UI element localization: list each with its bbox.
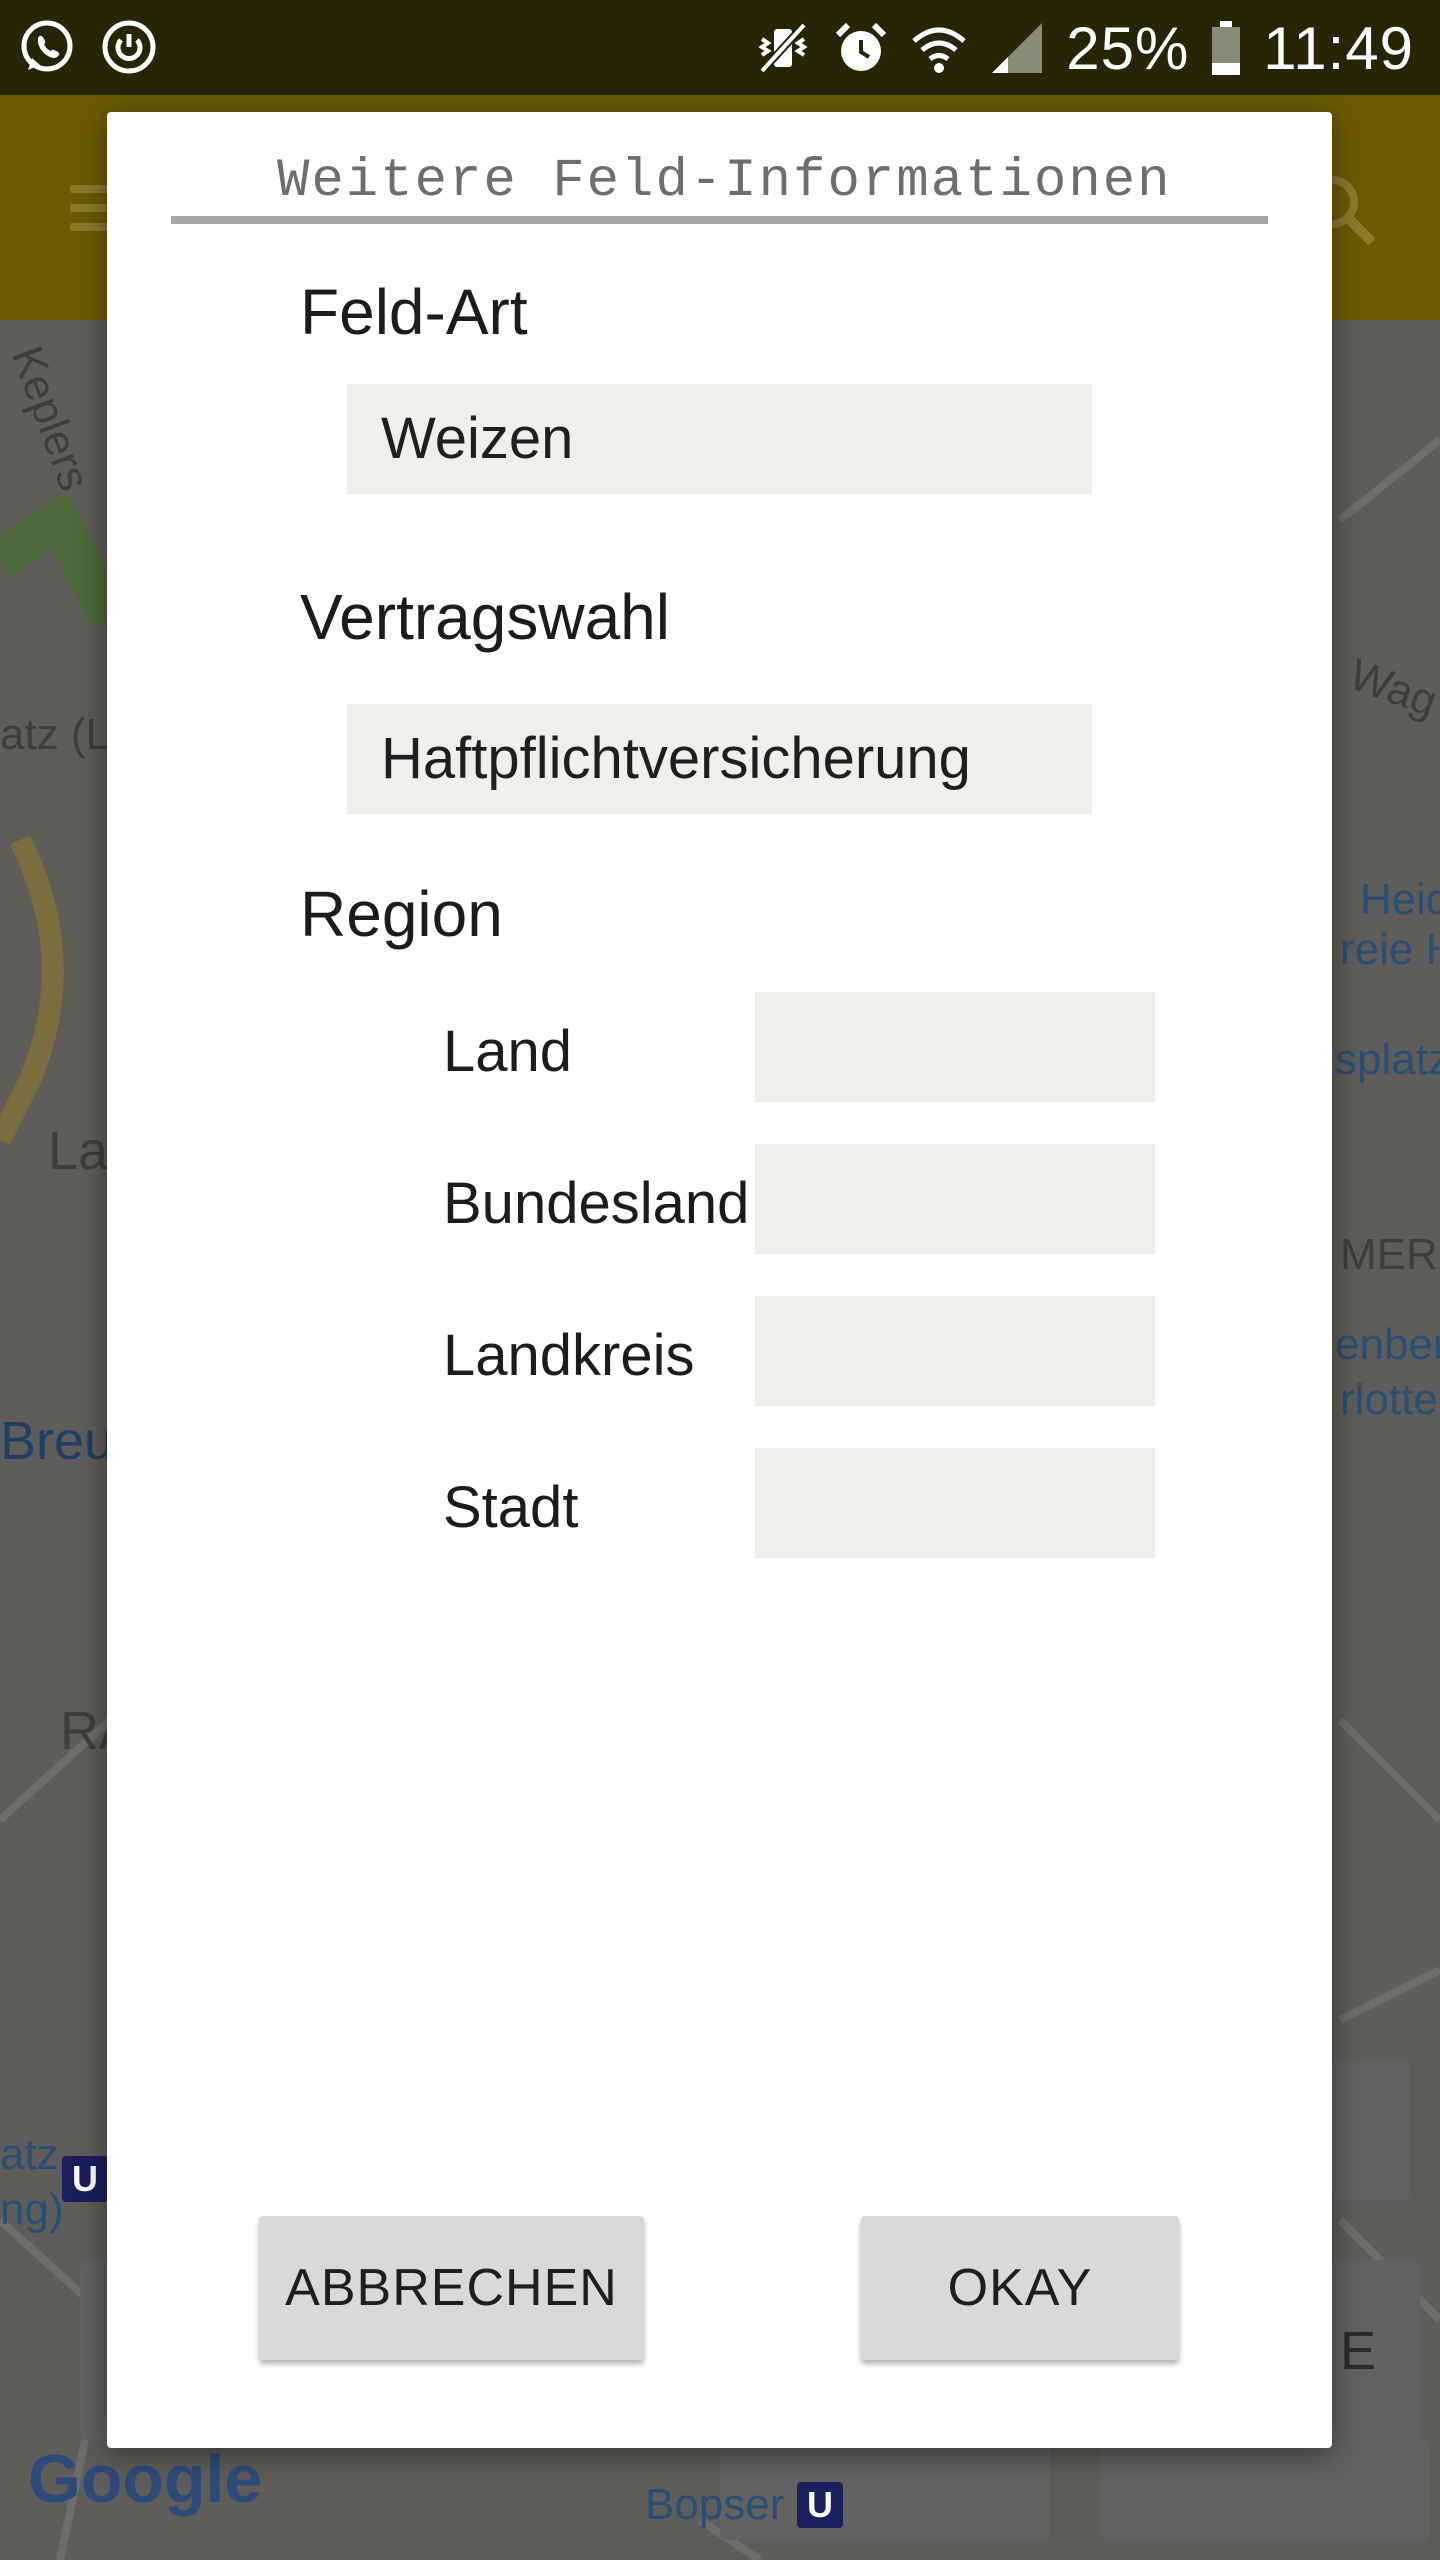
field-type-dropdown[interactable]: Weizen	[347, 384, 1092, 494]
clock: 11:49	[1263, 14, 1414, 82]
stadt-label: Stadt	[443, 1475, 579, 1540]
map-label: atz (L-	[0, 710, 125, 759]
map-label: reie H	[1340, 925, 1440, 974]
land-input[interactable]	[755, 992, 1155, 1102]
landkreis-label: Landkreis	[443, 1323, 695, 1388]
map-card	[1100, 2440, 1430, 2540]
power-icon	[102, 20, 156, 74]
transit-u-icon: U	[62, 2156, 108, 2202]
land-label: Land	[443, 1019, 573, 1084]
region-label: Region	[300, 878, 503, 950]
whatsapp-icon	[21, 20, 73, 72]
landkreis-input[interactable]	[755, 1296, 1155, 1406]
map-label: La	[48, 1121, 109, 1181]
battery-percent: 25%	[1066, 14, 1190, 82]
alarm-icon	[836, 22, 887, 71]
map-label: Breu	[0, 1411, 115, 1471]
okay-button[interactable]: OKAY	[861, 2216, 1179, 2360]
field-info-dialog: Weitere Feld-Informationen Feld-Art Weiz…	[107, 112, 1332, 2448]
map-label: atz	[0, 2130, 59, 2179]
contract-dropdown[interactable]: Haftpflichtversicherung	[347, 704, 1092, 814]
field-type-label: Feld-Art	[300, 276, 528, 348]
stadt-input[interactable]	[755, 1448, 1155, 1558]
map-label: rlotte	[1340, 1375, 1438, 1424]
map-label: enberg	[1335, 1320, 1440, 1369]
map-card	[1332, 2060, 1410, 2200]
transit-u-icon: U	[797, 2482, 843, 2528]
status-bar-left	[18, 18, 158, 76]
map-label: Heid	[1360, 875, 1440, 924]
map-label: E	[1340, 2321, 1377, 2381]
status-bar: 25% 11:49	[0, 0, 1440, 95]
bundesland-input[interactable]	[755, 1144, 1155, 1254]
signal-icon	[992, 23, 1043, 73]
status-bar-right: 25% 11:49	[754, 8, 1414, 88]
bundesland-label: Bundesland	[443, 1171, 750, 1236]
map-label: splatz	[1335, 1035, 1440, 1084]
dialog-title: Weitere Feld-Informationen	[277, 151, 1172, 212]
title-divider	[171, 216, 1268, 224]
map-label: Bopser	[645, 2480, 785, 2529]
google-logo: Google	[28, 2441, 263, 2517]
vibrate-icon	[758, 22, 808, 74]
map-label: ng)	[0, 2185, 64, 2234]
cancel-button[interactable]: ABBRECHEN	[259, 2216, 644, 2360]
map-label: MERS	[1340, 1230, 1440, 1279]
battery-icon	[1212, 21, 1241, 75]
wifi-icon	[912, 27, 966, 73]
contract-label: Vertragswahl	[300, 581, 670, 653]
